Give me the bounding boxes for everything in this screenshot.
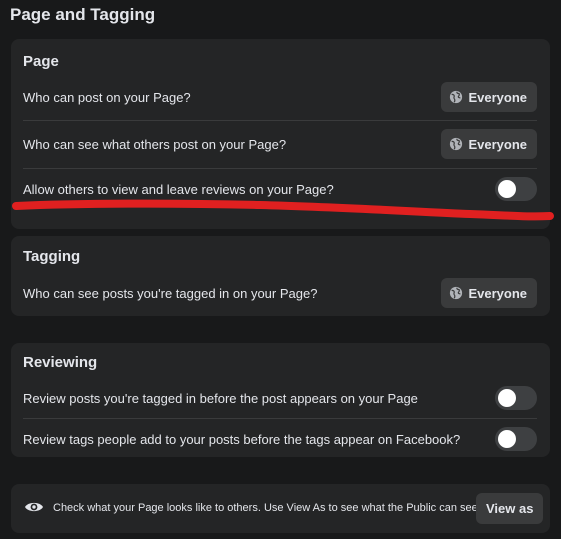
who-can-post-audience-button[interactable]: Everyone (441, 82, 537, 112)
reviewing-settings-card: Reviewing Review posts you're tagged in … (11, 343, 550, 457)
review-tagged-posts-label: Review posts you're tagged in before the… (23, 390, 418, 406)
reviewing-section-title: Reviewing (23, 354, 98, 371)
review-tags-label: Review tags people add to your posts bef… (23, 431, 461, 447)
globe-icon (450, 137, 463, 151)
review-tagged-posts-row: Review posts you're tagged in before the… (23, 386, 537, 410)
tagged-posts-visibility-row: Who can see posts you're tagged in on yo… (23, 278, 537, 308)
eye-icon (25, 502, 43, 512)
view-as-card: Check what your Page looks like to other… (11, 484, 550, 533)
review-tags-toggle[interactable] (495, 427, 537, 451)
allow-reviews-row: Allow others to view and leave reviews o… (23, 177, 537, 201)
divider (23, 418, 537, 419)
review-tagged-posts-toggle[interactable] (495, 386, 537, 410)
view-as-description: Check what your Page looks like to other… (53, 502, 481, 514)
who-can-see-others-posts-label: Who can see what others post on your Pag… (23, 136, 287, 152)
who-can-post-audience-label: Everyone (468, 89, 527, 105)
allow-reviews-label: Allow others to view and leave reviews o… (23, 181, 334, 197)
who-can-see-others-posts-audience-label: Everyone (468, 136, 527, 152)
tagged-posts-audience-label: Everyone (468, 285, 527, 301)
page-title: Page and Tagging (10, 5, 156, 24)
toggle-knob (498, 430, 516, 448)
page-settings-card: Page Who can post on your Page? Everyone… (11, 39, 550, 229)
divider (23, 120, 537, 121)
globe-icon (450, 286, 463, 300)
who-can-post-row: Who can post on your Page? Everyone (23, 82, 537, 112)
tagging-settings-card: Tagging Who can see posts you're tagged … (11, 236, 550, 316)
tagged-posts-visibility-label: Who can see posts you're tagged in on yo… (23, 285, 318, 301)
who-can-see-others-posts-audience-button[interactable]: Everyone (441, 129, 537, 159)
view-as-button[interactable]: View as (476, 493, 544, 524)
toggle-knob (498, 389, 516, 407)
divider (23, 168, 537, 169)
page-section-title: Page (23, 53, 59, 70)
tagging-section-title: Tagging (23, 248, 81, 265)
allow-reviews-toggle[interactable] (495, 177, 537, 201)
review-tags-row: Review tags people add to your posts bef… (23, 427, 537, 451)
toggle-knob (498, 180, 516, 198)
tagged-posts-audience-button[interactable]: Everyone (441, 278, 537, 308)
globe-icon (450, 90, 463, 104)
who-can-post-label: Who can post on your Page? (23, 89, 191, 105)
who-can-see-others-posts-row: Who can see what others post on your Pag… (23, 129, 537, 159)
